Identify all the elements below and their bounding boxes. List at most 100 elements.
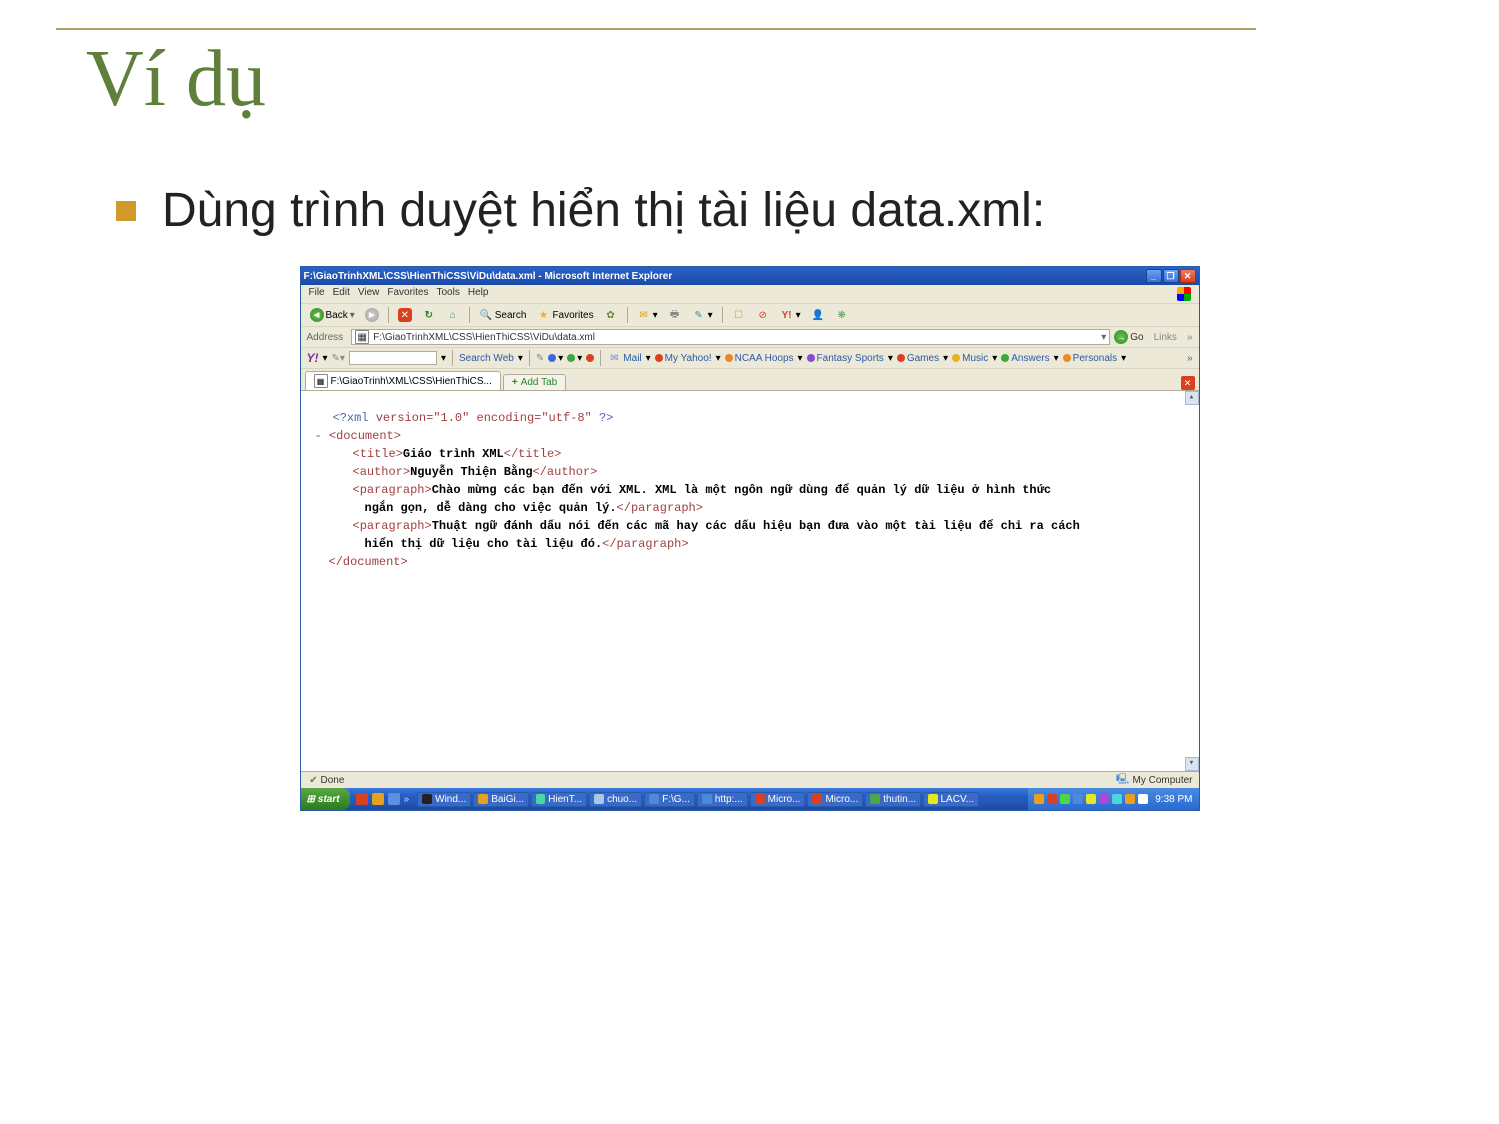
yahoo-ncaa[interactable]: NCAA Hoops <box>725 353 794 364</box>
xml-title-text: Giáo trình XML <box>403 447 504 461</box>
scroll-down-button[interactable]: ▾ <box>1185 757 1199 771</box>
tray-icon[interactable] <box>1138 794 1148 804</box>
ql-chevron-icon[interactable]: » <box>404 794 410 805</box>
tray-icon[interactable] <box>1112 794 1122 804</box>
minimize-button[interactable]: _ <box>1146 269 1162 283</box>
plus-icon: + <box>512 377 518 388</box>
scroll-up-button[interactable]: ▴ <box>1185 391 1199 405</box>
y-icon[interactable]: Y!▾ <box>777 306 804 324</box>
tray-icon[interactable] <box>1125 794 1135 804</box>
extra-button[interactable]: ❋ <box>832 306 852 324</box>
yahoo-chevron-icon[interactable]: » <box>1187 353 1193 364</box>
slide-title: Ví dụ <box>48 34 1451 125</box>
yahoo-searchweb-dropdown-icon[interactable]: ▾ <box>441 353 446 364</box>
block-button[interactable]: ⊘ <box>753 306 773 324</box>
discuss-button[interactable]: ☐ <box>729 306 749 324</box>
standard-toolbar: ◄Back▾ ► ✕ ↻ ⌂ 🔍Search ★Favorites ✿ ✉▾ 🖶… <box>301 304 1199 327</box>
home-button[interactable]: ⌂ <box>443 306 463 324</box>
bullet-row: Dùng trình duyệt hiển thị tài liệu data.… <box>48 183 1451 238</box>
task-button[interactable]: HienT... <box>531 792 587 807</box>
favorites-button[interactable]: ★Favorites <box>533 306 596 324</box>
yahoo-myyahoo[interactable]: My Yahoo! <box>655 353 712 364</box>
tray-icon[interactable] <box>1073 794 1083 804</box>
links-chevron-icon[interactable]: » <box>1187 332 1193 343</box>
print-button[interactable]: 🖶 <box>665 306 685 324</box>
tab-add[interactable]: + Add Tab <box>503 374 566 390</box>
history-button[interactable]: ✿ <box>601 306 621 324</box>
task-button[interactable]: http:... <box>697 792 748 807</box>
tab-close-button[interactable]: ✕ <box>1181 376 1195 390</box>
tray-icon[interactable] <box>1086 794 1096 804</box>
collapse-toggle[interactable]: - <box>315 429 329 443</box>
address-label: Address <box>307 332 344 343</box>
xml-para1-close: </paragraph> <box>617 501 703 515</box>
task-button[interactable]: BaiGi... <box>473 792 529 807</box>
yahoo-answers[interactable]: Answers <box>1001 353 1049 364</box>
yahoo-fantasy[interactable]: Fantasy Sports <box>807 353 884 364</box>
yahoo-search-input[interactable] <box>349 351 437 365</box>
refresh-button[interactable]: ↻ <box>419 306 439 324</box>
taskbar: ⊞ start » Wind... BaiGi... HienT... chuo… <box>301 788 1199 810</box>
ql-icon[interactable] <box>388 793 400 805</box>
forward-button[interactable]: ► <box>362 306 382 324</box>
back-button[interactable]: ◄Back▾ <box>307 306 358 324</box>
status-bar: ✔ Done 🖳 My Computer <box>301 771 1199 788</box>
yahoo-personals[interactable]: Personals <box>1063 353 1117 364</box>
separator <box>529 350 530 366</box>
close-button[interactable]: ✕ <box>1180 269 1196 283</box>
yahoo-bookmark-icon[interactable]: ▾ <box>548 353 563 364</box>
go-button[interactable]: →Go <box>1114 330 1143 344</box>
menu-favorites[interactable]: Favorites <box>387 287 428 301</box>
yahoo-mail[interactable]: ✉Mail <box>607 351 641 365</box>
clock[interactable]: 9:38 PM <box>1151 794 1192 805</box>
xml-para2-close: </paragraph> <box>602 537 688 551</box>
tab-label: F:\GiaoTrinh\XML\CSS\HienThiCS... <box>331 376 492 387</box>
search-button[interactable]: 🔍Search <box>476 306 530 324</box>
task-button[interactable]: F:\G... <box>644 792 695 807</box>
tray-icon[interactable] <box>1034 794 1044 804</box>
stop-button[interactable]: ✕ <box>395 306 415 324</box>
address-input[interactable]: ▦ F:\GiaoTrinhXML\CSS\HienThiCSS\ViDu\da… <box>351 329 1110 345</box>
yahoo-popup-icon[interactable]: ▾ <box>567 353 582 364</box>
ql-icon[interactable] <box>372 793 384 805</box>
xml-title-close: </title> <box>504 447 562 461</box>
yahoo-dropdown-icon[interactable]: ▾ <box>323 353 328 364</box>
mail-button[interactable]: ✉▾ <box>634 306 661 324</box>
highlighter-icon[interactable]: ✎ <box>536 353 544 364</box>
xml-decl: <?xml version="1.0" encoding="utf-8" ?> <box>333 411 614 425</box>
task-button[interactable]: Wind... <box>417 792 471 807</box>
pencil-icon[interactable]: ✎▾ <box>332 353 345 364</box>
menu-file[interactable]: File <box>309 287 325 301</box>
yahoo-antispy-icon[interactable] <box>586 354 594 362</box>
task-button[interactable]: Micro... <box>807 792 863 807</box>
yahoo-games[interactable]: Games <box>897 353 939 364</box>
xml-file-icon: ▦ <box>314 374 328 388</box>
yahoo-brand[interactable]: Y! <box>307 351 319 365</box>
tab-active[interactable]: ▦ F:\GiaoTrinh\XML\CSS\HienThiCS... <box>305 371 501 390</box>
ql-icon[interactable] <box>356 793 368 805</box>
back-label: Back <box>326 310 348 321</box>
links-label[interactable]: Links <box>1154 332 1177 343</box>
yahoo-searchweb[interactable]: Search Web <box>459 353 514 364</box>
menu-edit[interactable]: Edit <box>333 287 350 301</box>
menu-view[interactable]: View <box>358 287 380 301</box>
yahoo-music[interactable]: Music <box>952 353 988 364</box>
address-dropdown-icon[interactable]: ▾ <box>1101 332 1106 343</box>
task-button[interactable]: LACV... <box>923 792 979 807</box>
system-tray: 9:38 PM <box>1028 788 1198 810</box>
xml-author-close: </author> <box>533 465 598 479</box>
tray-icon[interactable] <box>1047 794 1057 804</box>
task-buttons: Wind... BaiGi... HienT... chuo... F:\G..… <box>415 788 981 810</box>
messenger-button[interactable]: 👤 <box>808 306 828 324</box>
go-icon: → <box>1114 330 1128 344</box>
maximize-button[interactable]: ❐ <box>1163 269 1179 283</box>
edit-button[interactable]: ✎▾ <box>689 306 716 324</box>
tray-icon[interactable] <box>1060 794 1070 804</box>
task-button[interactable]: thutin... <box>865 792 921 807</box>
menu-help[interactable]: Help <box>468 287 489 301</box>
start-button[interactable]: ⊞ start <box>301 788 350 810</box>
task-button[interactable]: Micro... <box>750 792 806 807</box>
task-button[interactable]: chuo... <box>589 792 642 807</box>
menu-tools[interactable]: Tools <box>436 287 459 301</box>
tray-icon[interactable] <box>1099 794 1109 804</box>
